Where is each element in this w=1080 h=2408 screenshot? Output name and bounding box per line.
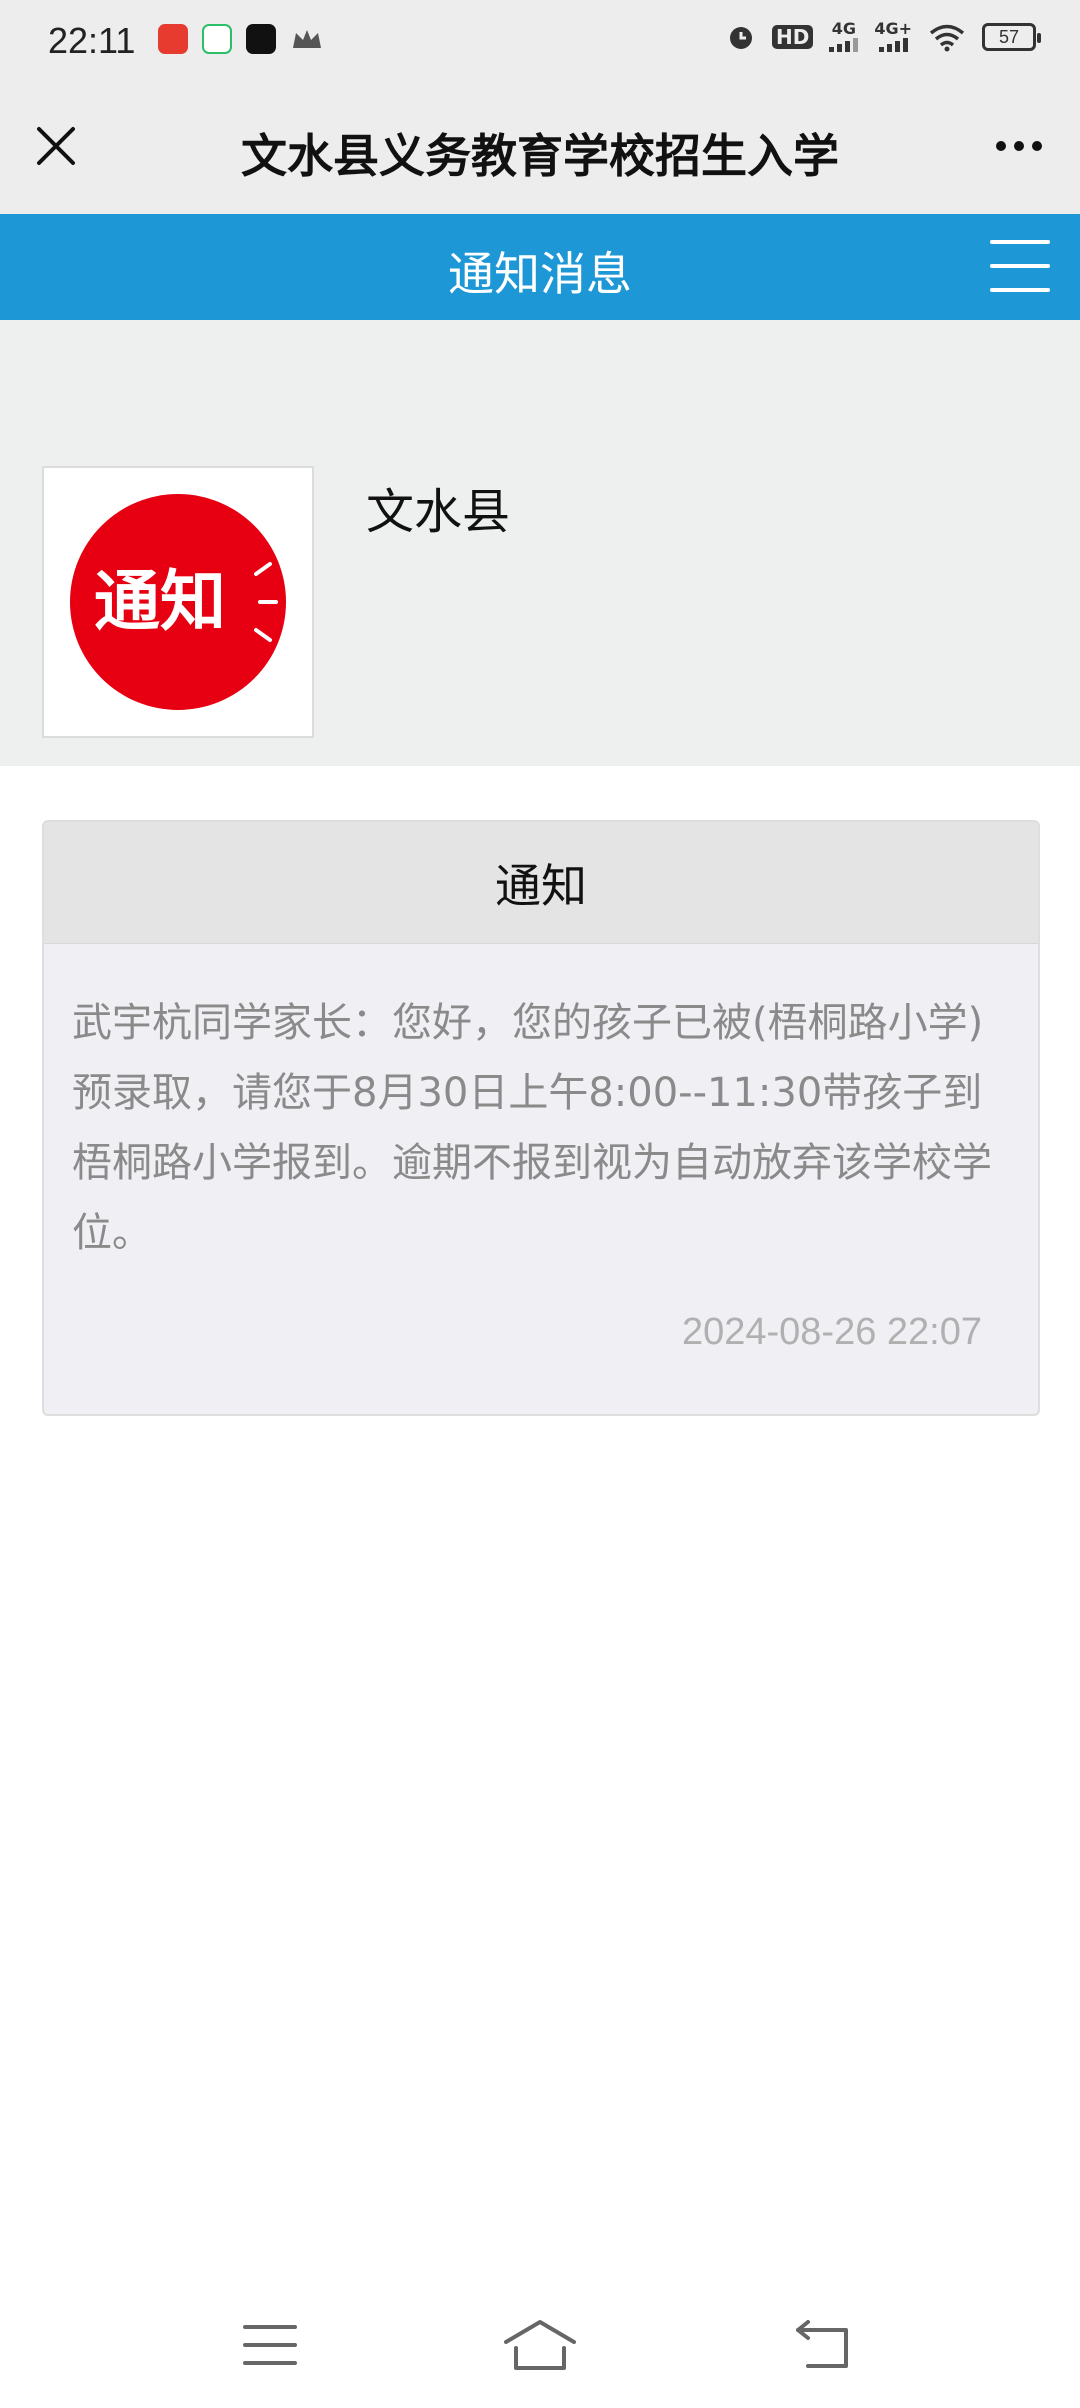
network-type-2: 4G+ bbox=[874, 19, 912, 38]
home-button[interactable] bbox=[500, 2310, 580, 2380]
crown-icon bbox=[293, 30, 321, 48]
menu-icon-line bbox=[990, 264, 1050, 268]
title-bar: 文水县义务教育学校招生入学 bbox=[0, 86, 1080, 214]
system-navigation-bar bbox=[0, 2290, 1080, 2408]
alarm-icon bbox=[729, 27, 752, 49]
tiktok-notification-icon bbox=[246, 24, 276, 54]
status-bar: 22:11 HD 4G 4G+ 57 bbox=[0, 0, 1080, 86]
notice-timestamp: 2024-08-26 22:07 bbox=[681, 1311, 982, 1353]
notice-megaphone-icon: 通知 bbox=[70, 494, 286, 710]
notice-heading: 通知 bbox=[44, 822, 1038, 944]
nav-menu-icon bbox=[243, 2325, 297, 2365]
video-app-notification-icon bbox=[202, 24, 232, 54]
more-button[interactable] bbox=[984, 116, 1054, 176]
hd-icon: HD bbox=[771, 25, 814, 49]
signal-1: 4G bbox=[829, 19, 859, 52]
page-header: 通知消息 bbox=[0, 214, 1080, 320]
menu-icon-line bbox=[990, 288, 1050, 292]
notice-logo: 通知 bbox=[42, 466, 314, 738]
more-icon-dot bbox=[1032, 141, 1042, 151]
menu-button[interactable] bbox=[990, 240, 1050, 292]
county-name: 文水县 bbox=[366, 484, 511, 540]
home-icon bbox=[504, 2320, 576, 2370]
back-button[interactable] bbox=[782, 2310, 862, 2380]
notice-body: 武宇杭同学家长：您好，您的孩子已被(梧桐路小学)预录取，请您于8月30日上午8:… bbox=[72, 1000, 992, 1256]
signal-bars-2-icon bbox=[878, 36, 908, 52]
more-icon-dot bbox=[1014, 141, 1024, 151]
more-icon bbox=[996, 141, 1006, 151]
network-type-1: 4G bbox=[831, 19, 856, 38]
status-time: 22:11 bbox=[48, 20, 136, 61]
page-title: 通知消息 bbox=[448, 247, 632, 301]
app-notification-icon bbox=[158, 24, 188, 54]
battery-icon: 57 bbox=[982, 23, 1041, 51]
signal-bars-1-icon bbox=[829, 36, 859, 52]
status-indicators: HD 4G 4G+ 57 bbox=[726, 19, 1041, 52]
window-title: 文水县义务教育学校招生入学 bbox=[241, 129, 839, 183]
recent-apps-button[interactable] bbox=[230, 2310, 310, 2380]
notice-card: 通知 武宇杭同学家长：您好，您的孩子已被(梧桐路小学)预录取，请您于8月30日上… bbox=[42, 820, 1040, 1416]
signal-2: 4G+ bbox=[874, 19, 912, 52]
menu-icon bbox=[990, 240, 1050, 244]
back-icon bbox=[796, 2320, 848, 2368]
wifi-icon bbox=[929, 24, 965, 52]
profile-section: 通知 文水县 bbox=[0, 320, 1080, 766]
notification-icons bbox=[158, 24, 324, 54]
logo-text: 通知 bbox=[94, 563, 226, 640]
